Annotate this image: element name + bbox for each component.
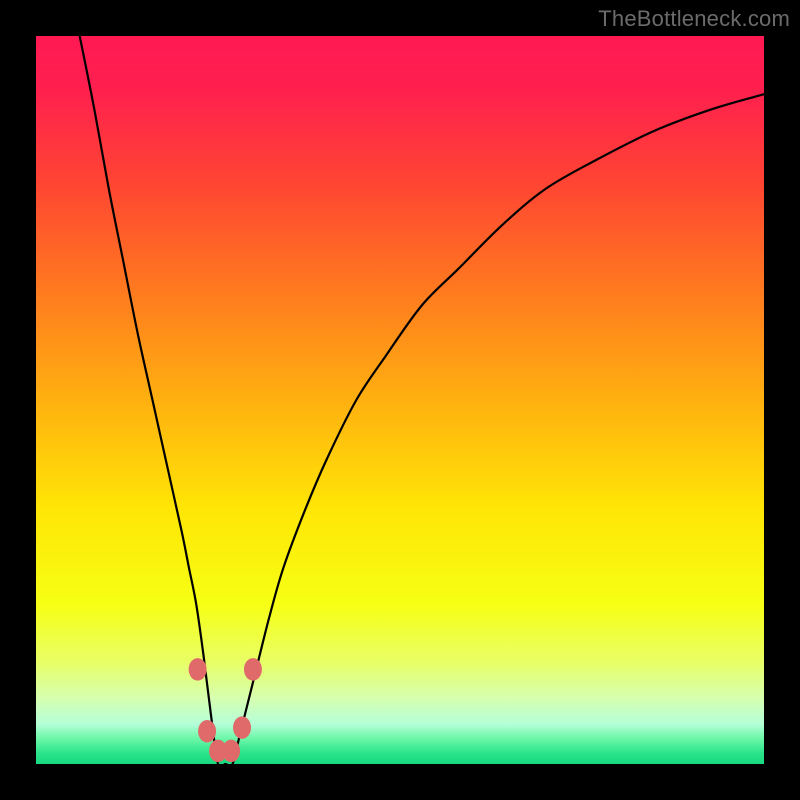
plot-area (36, 36, 764, 764)
chart-frame: TheBottleneck.com (0, 0, 800, 800)
background-gradient (36, 36, 764, 764)
watermark: TheBottleneck.com (598, 6, 790, 32)
